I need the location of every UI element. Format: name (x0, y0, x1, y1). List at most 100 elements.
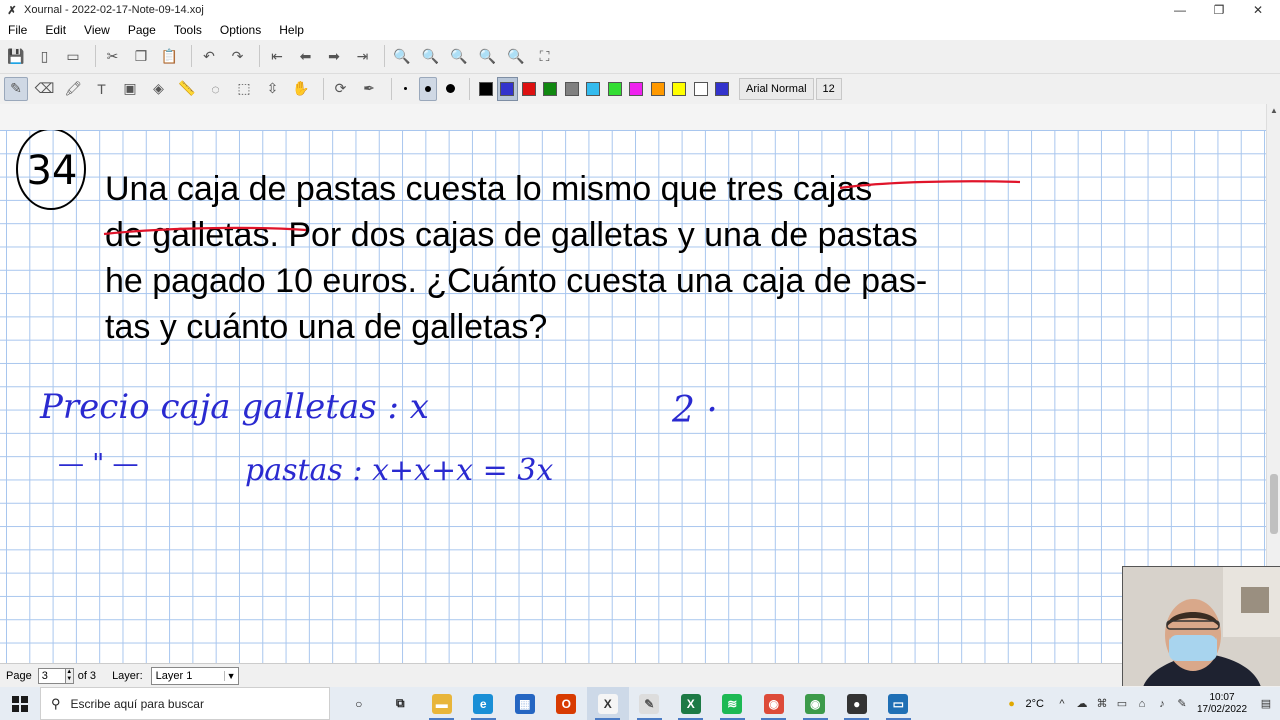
color-light-green[interactable] (604, 77, 626, 101)
menu-options[interactable]: Options (216, 23, 265, 37)
xournal-taskbar-button[interactable]: X (587, 687, 629, 720)
color-gray[interactable] (561, 77, 583, 101)
thick-dot-icon[interactable] (442, 77, 460, 101)
cortana-taskbar-button[interactable]: ○ (338, 687, 380, 720)
close-button[interactable]: ✕ (1238, 0, 1278, 20)
insert-image-icon[interactable]: ▣ (118, 77, 142, 101)
color-white-swatch (693, 81, 708, 96)
select-region-icon[interactable]: ◌ (204, 77, 228, 101)
highlighter-icon[interactable]: 🖍 (61, 77, 85, 101)
zoom-page-width-icon[interactable]: 🔍 (476, 44, 500, 68)
save-icon[interactable]: 💾 (4, 44, 28, 68)
layer-select[interactable]: Layer 1 ▼ (150, 666, 239, 685)
fine-dot-icon[interactable] (397, 77, 415, 101)
pen-icon[interactable]: ✎ (4, 76, 28, 101)
minimize-button[interactable]: — (1160, 0, 1200, 20)
shape-recognizer-icon[interactable]: ◈ (147, 77, 171, 101)
menu-tools[interactable]: Tools (170, 23, 206, 37)
chrome-profile-taskbar-button[interactable]: ◉ (795, 687, 837, 720)
color-light-blue[interactable] (583, 77, 605, 101)
page-label: Page (6, 669, 32, 682)
remote-desktop-taskbar-button[interactable]: ▭ (878, 687, 920, 720)
volume-icon[interactable]: ♪ (1152, 698, 1172, 710)
zoom-out-icon[interactable]: 🔍 (390, 44, 414, 68)
paint-taskbar-button[interactable]: ✎ (629, 687, 671, 720)
task-view-taskbar-button[interactable]: ⧉ (380, 687, 422, 720)
previous-page-icon[interactable]: ⬅ (294, 44, 318, 68)
taskbar-search-input[interactable]: ⚲ Escribe aquí para buscar (40, 687, 330, 720)
office-taskbar-button[interactable]: O (546, 687, 588, 720)
color-yellow[interactable] (669, 77, 691, 101)
ruler-icon[interactable]: 📏 (175, 77, 199, 101)
toolbar-separator (259, 45, 260, 67)
hand-icon[interactable]: ✋ (289, 77, 313, 101)
color-blue[interactable] (496, 76, 518, 101)
meet-now-icon[interactable]: ⌘ (1092, 697, 1112, 710)
menu-help[interactable]: Help (275, 23, 308, 37)
edge-taskbar-button[interactable]: e (463, 687, 505, 720)
color-custom-blue[interactable] (712, 77, 734, 101)
spotify-taskbar-button[interactable]: ≋ (712, 687, 754, 720)
weather-temperature[interactable]: 2°C (1026, 698, 1044, 710)
start-button[interactable] (0, 687, 40, 720)
default-tools-icon[interactable]: ⟳ (329, 77, 353, 101)
taskbar-clock[interactable]: 10:07 17/02/2022 (1192, 692, 1252, 716)
file-explorer-taskbar-button[interactable]: ▬ (421, 687, 463, 720)
text-icon[interactable]: T (90, 77, 114, 101)
zoom-set-icon[interactable]: 🔍 (504, 44, 528, 68)
font-selector[interactable]: Arial Normal (739, 77, 814, 100)
last-page-icon[interactable]: ⇥ (351, 44, 375, 68)
excel-taskbar-button[interactable]: X (670, 687, 712, 720)
zoom-normal-icon[interactable]: 🔍 (419, 44, 443, 68)
cut-icon[interactable]: ✂ (101, 44, 125, 68)
taskbar-apps: ○ ⧉ ▬ e ▦ O X ✎ X ≋ ◉ ◉ ● ▭ (338, 687, 919, 720)
fullscreen-icon[interactable]: ⛶ (533, 44, 557, 68)
chevron-down-icon[interactable]: ▼ (223, 670, 238, 681)
clock-date: 17/02/2022 (1196, 703, 1248, 715)
chevron-up-icon[interactable]: ^ (1052, 698, 1072, 710)
page-number-input[interactable]: 3 (37, 667, 66, 684)
battery-icon[interactable]: ▭ (1112, 697, 1132, 710)
open-icon[interactable]: ▭ (61, 44, 85, 68)
color-orange[interactable] (647, 77, 669, 101)
menu-file[interactable]: File (4, 23, 31, 37)
scroll-thumb[interactable] (1270, 474, 1278, 534)
weather-icon[interactable]: ● (1002, 698, 1022, 710)
obs-taskbar-button[interactable]: ● (836, 687, 878, 720)
default-pen-icon[interactable]: ✒ (357, 77, 381, 101)
color-green[interactable] (540, 77, 562, 101)
next-page-icon[interactable]: ➡ (322, 44, 346, 68)
undo-icon[interactable]: ↶ (197, 44, 221, 68)
first-page-icon[interactable]: ⇤ (265, 44, 289, 68)
color-magenta[interactable] (626, 77, 648, 101)
menu-page[interactable]: Page (124, 23, 160, 37)
vertical-space-icon[interactable]: ⇳ (261, 77, 285, 101)
color-black[interactable] (475, 77, 497, 101)
copy-icon[interactable]: ❐ (129, 44, 153, 68)
font-size[interactable]: 12 (815, 77, 842, 100)
onedrive-icon[interactable]: ☁ (1072, 697, 1092, 710)
underline-de-galletas (103, 226, 307, 236)
new-page-icon[interactable]: ▯ (33, 44, 57, 68)
pen-workspace-icon[interactable]: ✎ (1172, 697, 1192, 710)
menu-view[interactable]: View (80, 23, 114, 37)
chrome-taskbar-button[interactable]: ◉ (753, 687, 795, 720)
windows-logo-icon (12, 695, 28, 712)
note-page[interactable]: Una caja de pastas cuesta lo mismo que t… (0, 130, 1266, 663)
select-rectangle-icon[interactable]: ⬚ (232, 77, 256, 101)
color-red[interactable] (518, 77, 540, 101)
page-spinner-icon[interactable]: ▲ ▼ (65, 667, 74, 684)
maximize-button[interactable]: ❐ (1199, 0, 1239, 20)
network-icon[interactable]: ⌂ (1132, 698, 1152, 710)
color-white[interactable] (690, 77, 712, 101)
notifications-icon[interactable]: ▤ (1252, 697, 1280, 710)
store-taskbar-button[interactable]: ▦ (504, 687, 546, 720)
zoom-in-icon[interactable]: 🔍 (447, 44, 471, 68)
canvas-area[interactable]: Una caja de pastas cuesta lo mismo que t… (0, 104, 1266, 663)
scroll-up-icon[interactable]: ▲ (1269, 106, 1279, 115)
menu-edit[interactable]: Edit (41, 23, 70, 37)
eraser-icon[interactable]: ⌫ (33, 77, 57, 101)
paste-icon[interactable]: 📋 (158, 44, 182, 68)
medium-dot-icon[interactable] (419, 76, 437, 101)
redo-icon[interactable]: ↷ (226, 44, 250, 68)
